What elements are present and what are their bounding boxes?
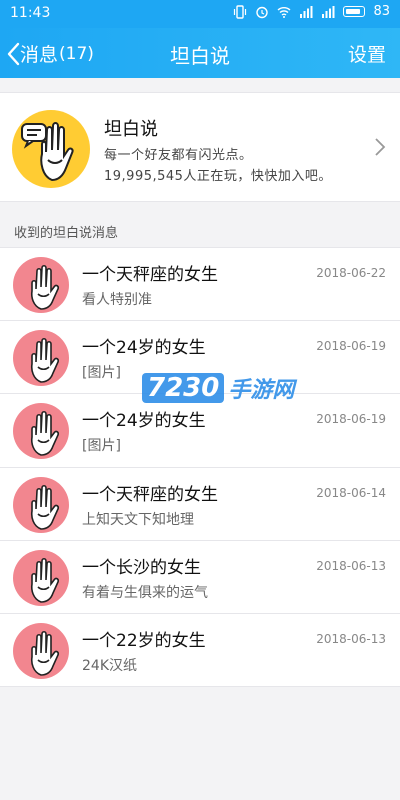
message-date: 2018-06-13 bbox=[316, 558, 386, 573]
message-preview: 看人特别准 bbox=[82, 292, 152, 308]
status-bar: 11:43 83 bbox=[0, 0, 400, 28]
message-date: 2018-06-22 bbox=[316, 266, 386, 280]
intro-title: 坦白说 bbox=[104, 119, 158, 140]
message-preview: 上知天文下知地理 bbox=[82, 511, 194, 528]
message-row[interactable]: 一个天秤座的女生上知天文下知地理 2018-06-14 bbox=[0, 468, 400, 541]
message-sender: 一个24岁的女生 bbox=[82, 411, 206, 432]
nav-bar: 消息 (17) 坦白说 设置 bbox=[0, 28, 400, 78]
message-row[interactable]: 一个长沙的女生有着与生俱来的运气 2018-06-13 bbox=[0, 541, 400, 614]
chevron-left-icon bbox=[7, 42, 20, 65]
message-sender: 一个天秤座的女生 bbox=[82, 484, 218, 505]
status-icons: 83 bbox=[233, 4, 390, 19]
message-sender: 一个22岁的女生 bbox=[82, 630, 206, 651]
back-button[interactable]: 消息 (17) bbox=[6, 40, 94, 67]
message-preview: 有着与生俱来的运气 bbox=[82, 584, 208, 601]
unread-count: (17) bbox=[59, 43, 94, 64]
intro-line-2: 19,995,545人正在玩，快快加入吧。 bbox=[104, 169, 332, 184]
hand-avatar-icon bbox=[13, 330, 69, 387]
wifi-icon bbox=[277, 6, 291, 18]
hand-avatar-icon bbox=[13, 476, 69, 533]
back-label: 消息 bbox=[20, 44, 59, 66]
battery-icon bbox=[343, 6, 366, 17]
message-sender: 一个长沙的女生 bbox=[82, 557, 201, 578]
message-date: 2018-06-19 bbox=[316, 339, 386, 354]
hand-avatar-icon bbox=[13, 403, 69, 460]
hand-avatar-icon bbox=[13, 257, 69, 313]
message-list: 一个天秤座的女生 看人特别准 2018-06-22 一个24岁的女生 [图片] 2018-… bbox=[0, 247, 400, 688]
hand-avatar-icon bbox=[13, 549, 69, 606]
signal-icon bbox=[300, 5, 313, 18]
battery-level: 83 bbox=[373, 4, 390, 19]
message-sender: 一个24岁的女生 bbox=[82, 338, 206, 359]
message-sender: 一个天秤座的女生 bbox=[82, 265, 218, 285]
confession-logo-icon bbox=[12, 110, 90, 188]
message-row[interactable]: 一个22岁的女生 24K汉纸 2018-06-13 bbox=[0, 614, 400, 688]
intro-line-1: 每一个好友都有闪光点。 bbox=[104, 148, 253, 163]
message-date: 2018-06-13 bbox=[316, 631, 386, 646]
hand-avatar-icon bbox=[13, 622, 69, 679]
chevron-right-icon bbox=[375, 138, 386, 156]
alarm-icon bbox=[256, 6, 269, 18]
settings-button[interactable]: 设置 bbox=[348, 40, 386, 67]
watermark: 7230 手游网 bbox=[142, 372, 294, 404]
message-preview: [图片] bbox=[82, 438, 121, 455]
intro-card[interactable]: 坦白说 每一个好友都有闪光点。 19,995,545人正在玩，快快加入吧。 bbox=[0, 92, 400, 202]
message-row[interactable]: 一个天秤座的女生看人特别准 2018-06-22 bbox=[0, 248, 400, 322]
message-row[interactable]: 一个24岁的女生 [图片] 2018-06-19 bbox=[0, 394, 400, 468]
signal-icon-2 bbox=[322, 5, 335, 18]
status-time: 11:43 bbox=[10, 5, 51, 21]
watermark-number: 7230 bbox=[142, 373, 225, 403]
message-date: 2018-06-14 bbox=[316, 485, 386, 500]
message-date: 2018-06-19 bbox=[316, 412, 386, 427]
message-preview: 24K汉纸 bbox=[82, 657, 137, 674]
watermark-text: 手游网 bbox=[228, 378, 295, 403]
section-label: 收到的坦白说消息 bbox=[14, 226, 119, 241]
message-preview: [图片] bbox=[82, 365, 121, 382]
vibrate-icon bbox=[234, 4, 247, 19]
